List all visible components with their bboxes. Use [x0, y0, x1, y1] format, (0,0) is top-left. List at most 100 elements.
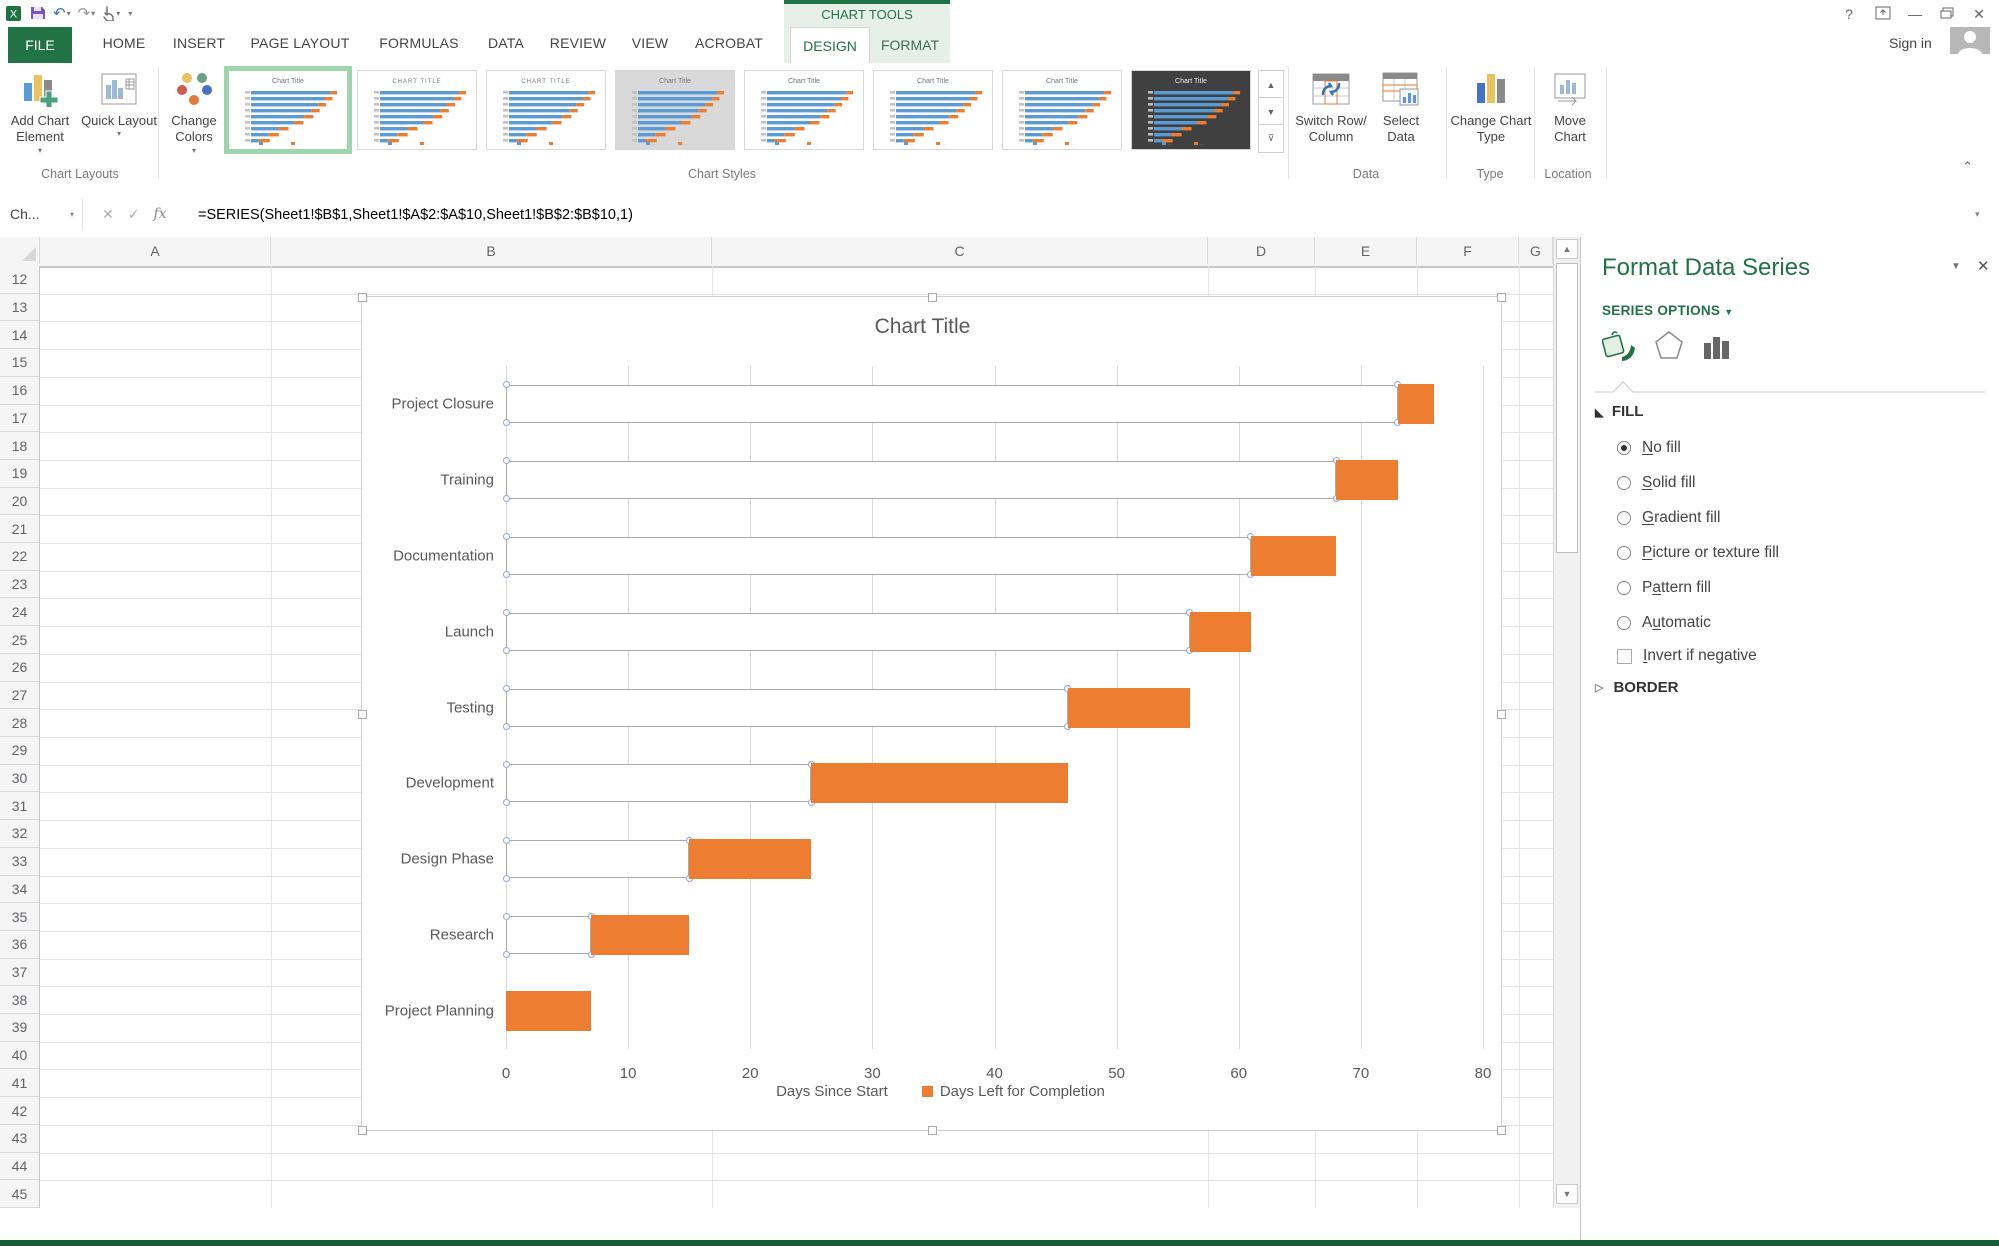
- row-header-15[interactable]: 15: [0, 349, 39, 377]
- row-header-42[interactable]: 42: [0, 1097, 39, 1125]
- row-header-20[interactable]: 20: [0, 488, 39, 516]
- bar-days-left[interactable]: [1336, 460, 1397, 500]
- column-header-F[interactable]: F: [1417, 237, 1519, 264]
- pane-dropdown-icon[interactable]: ▼: [1951, 261, 1961, 272]
- column-header-B[interactable]: B: [271, 237, 712, 264]
- tab-acrobat[interactable]: ACROBAT: [695, 35, 763, 51]
- name-box-dropdown-icon[interactable]: ▾: [70, 210, 74, 219]
- bar-days-since-start[interactable]: [506, 840, 689, 878]
- chart-title[interactable]: Chart Title: [362, 315, 1483, 339]
- chart-object[interactable]: Chart Title Days Since Start Days Left f…: [361, 296, 1502, 1131]
- selection-handle[interactable]: [503, 799, 510, 806]
- bar-days-since-start[interactable]: [506, 689, 1068, 727]
- bar-days-since-start[interactable]: [506, 916, 591, 954]
- selection-handle[interactable]: [503, 951, 510, 958]
- ribbon-display-options-button[interactable]: [1870, 6, 1896, 23]
- chart-style-3[interactable]: CHART TITLE: [486, 70, 606, 150]
- chart-resize-handle[interactable]: [928, 293, 937, 302]
- row-header-32[interactable]: 32: [0, 820, 39, 848]
- radio-icon[interactable]: [1617, 441, 1631, 455]
- insert-function-icon[interactable]: fx: [153, 206, 166, 222]
- chart-style-2[interactable]: CHART TITLE: [357, 70, 477, 150]
- minimize-button[interactable]: —: [1902, 6, 1928, 22]
- name-box[interactable]: Ch... ▾: [0, 198, 83, 230]
- bar-days-left[interactable]: [1190, 612, 1251, 652]
- close-button[interactable]: ✕: [1966, 6, 1992, 23]
- row-header-19[interactable]: 19: [0, 460, 39, 488]
- selection-handle[interactable]: [503, 495, 510, 502]
- tab-insert[interactable]: INSERT: [173, 35, 225, 51]
- tab-data[interactable]: DATA: [488, 35, 524, 51]
- scroll-down-icon[interactable]: ▼: [1556, 1184, 1578, 1204]
- quick-layout-button[interactable]: Quick Layout▾: [80, 67, 158, 165]
- chart-legend[interactable]: Days Since Start Days Left for Completio…: [362, 1083, 1501, 1100]
- tab-home[interactable]: HOME: [103, 35, 146, 51]
- category-label[interactable]: Development: [364, 775, 494, 792]
- row-header-17[interactable]: 17: [0, 405, 39, 433]
- row-header-43[interactable]: 43: [0, 1125, 39, 1153]
- row-header-18[interactable]: 18: [0, 432, 39, 460]
- checkbox-icon[interactable]: [1617, 649, 1632, 664]
- category-label[interactable]: Testing: [364, 699, 494, 716]
- selection-handle[interactable]: [503, 533, 510, 540]
- row-header-44[interactable]: 44: [0, 1153, 39, 1181]
- avatar[interactable]: [1950, 27, 1990, 54]
- row-header-39[interactable]: 39: [0, 1014, 39, 1042]
- selection-handle[interactable]: [503, 685, 510, 692]
- category-label[interactable]: Training: [364, 471, 494, 488]
- chart-style-5[interactable]: Chart Title: [744, 70, 864, 150]
- row-header-24[interactable]: 24: [0, 598, 39, 626]
- series-options-header[interactable]: SERIES OPTIONS ▼: [1602, 303, 1734, 318]
- column-header-D[interactable]: D: [1208, 237, 1315, 264]
- column-header-G[interactable]: G: [1519, 237, 1553, 264]
- row-header-23[interactable]: 23: [0, 571, 39, 599]
- selection-handle[interactable]: [503, 913, 510, 920]
- bar-days-left[interactable]: [1251, 536, 1336, 576]
- tab-format[interactable]: FORMAT: [872, 27, 948, 63]
- customize-qat-icon[interactable]: ▾: [128, 9, 132, 18]
- row-header-14[interactable]: 14: [0, 321, 39, 349]
- row-header-31[interactable]: 31: [0, 792, 39, 820]
- row-header-45[interactable]: 45: [0, 1180, 39, 1208]
- redo-dropdown-icon[interactable]: ▾: [91, 9, 95, 18]
- fill-option-picture-or-texture-fill[interactable]: Picture or texture fill: [1617, 544, 1779, 562]
- tab-formulas[interactable]: FORMULAS: [379, 35, 458, 51]
- bar-days-since-start[interactable]: [506, 385, 1398, 423]
- chart-resize-handle[interactable]: [1497, 293, 1506, 302]
- radio-icon[interactable]: [1617, 616, 1631, 630]
- change-chart-type-button[interactable]: Change Chart Type: [1450, 67, 1532, 165]
- tab-page-layout[interactable]: PAGE LAYOUT: [251, 35, 350, 51]
- column-header-C[interactable]: C: [712, 237, 1208, 264]
- tab-review[interactable]: REVIEW: [550, 35, 606, 51]
- bar-days-left[interactable]: [1068, 688, 1190, 728]
- bar-days-left[interactable]: [811, 763, 1067, 803]
- save-icon[interactable]: [30, 5, 46, 21]
- move-chart-button[interactable]: Move Chart: [1537, 67, 1603, 165]
- touch-mode-icon[interactable]: ▾: [102, 6, 120, 21]
- bar-days-since-start[interactable]: [506, 764, 811, 802]
- row-header-21[interactable]: 21: [0, 515, 39, 543]
- selection-handle[interactable]: [503, 457, 510, 464]
- selection-handle[interactable]: [503, 381, 510, 388]
- confirm-entry-icon[interactable]: ✓: [128, 206, 140, 223]
- vertical-scrollbar[interactable]: ▲ ▼: [1553, 237, 1580, 1208]
- legend-item-days-left[interactable]: Days Left for Completion: [922, 1083, 1105, 1100]
- tab-view[interactable]: VIEW: [632, 35, 669, 51]
- fill-option-solid-fill[interactable]: Solid fill: [1617, 474, 1695, 492]
- tab-file[interactable]: FILE: [8, 27, 72, 63]
- selection-handle[interactable]: [503, 647, 510, 654]
- bar-days-since-start[interactable]: [506, 613, 1190, 651]
- collapse-ribbon-icon[interactable]: ⌃: [1962, 159, 1973, 175]
- selection-handle[interactable]: [503, 609, 510, 616]
- fill-section-header[interactable]: ◣ FILL: [1595, 403, 1643, 420]
- radio-icon[interactable]: [1617, 581, 1631, 595]
- chart-resize-handle[interactable]: [358, 293, 367, 302]
- row-header-28[interactable]: 28: [0, 709, 39, 737]
- vertical-scroll-thumb[interactable]: [1556, 263, 1578, 553]
- chart-style-7[interactable]: Chart Title: [1002, 70, 1122, 150]
- bar-days-since-start[interactable]: [506, 537, 1251, 575]
- row-header-36[interactable]: 36: [0, 931, 39, 959]
- pane-close-icon[interactable]: ✕: [1977, 257, 1990, 275]
- select-data-button[interactable]: Select Data: [1368, 67, 1434, 165]
- fill-line-icon[interactable]: [1602, 329, 1636, 366]
